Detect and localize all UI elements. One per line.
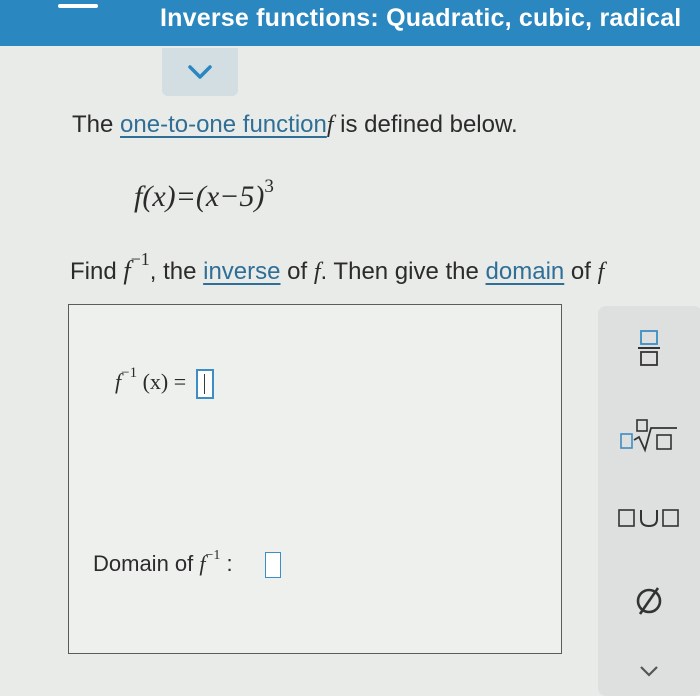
math-tool-panel [598,306,700,696]
then-text: . Then give the [320,258,486,285]
domain-inverse-superscript: −1 [205,548,221,563]
domain-link[interactable]: domain [486,258,565,285]
formula-exponent: 3 [264,176,274,197]
nth-root-button[interactable] [598,416,700,456]
prompt-intro: The [72,111,121,138]
text-caret [203,374,205,394]
domain-label: Domain of [93,551,200,576]
answer-eq-rest: (x) = [142,369,187,395]
inverse-superscript: −1 [130,249,150,269]
f-symbol: f [597,259,605,285]
top-bar: Inverse functions: Quadratic, cubic, rad… [0,0,700,46]
question-prompt: The one-to-one functionf is defined belo… [72,111,518,139]
answer-inverse-superscript: −1 [121,365,138,382]
domain-answer-input[interactable] [264,552,281,579]
of-text: of [280,258,314,285]
f-symbol: f [123,256,131,285]
page-title: Inverse functions: Quadratic, cubic, rad… [160,4,682,32]
domain-f-symbol: f [199,551,206,576]
fraction-icon [638,330,660,366]
prompt-defined-text: is defined below. [333,111,518,138]
empty-set-icon [636,587,662,615]
f-symbol: f [313,259,321,285]
union-icon [618,509,679,528]
chevron-down-icon [188,65,212,79]
f-symbol: f [326,112,334,138]
function-formula: f(x)=(x−5)3 [134,176,274,214]
more-tools-button[interactable] [598,664,700,678]
inverse-link[interactable]: inverse [203,258,280,285]
of-text: of [564,258,598,285]
menu-dash-icon[interactable] [58,4,98,8]
comma-the-text: , the [149,258,204,285]
domain-colon: : [226,551,233,576]
fraction-button[interactable] [598,328,700,368]
chevron-down-icon [640,666,658,677]
instruction-text: Find f−1, the inverse of f. Then give th… [70,249,605,286]
answer-area: f−1 (x) = Domain of f−1 : [68,304,562,654]
formula-expression: f(x)=(x−5) [134,180,265,213]
one-to-one-function-link[interactable]: one-to-one function [120,111,327,138]
empty-set-button[interactable] [598,584,700,618]
inverse-answer-input[interactable] [195,369,214,399]
inverse-equation-row: f−1 (x) = [115,365,214,399]
union-button[interactable] [598,506,700,530]
nth-root-icon [620,419,677,453]
collapse-button[interactable] [162,48,238,96]
domain-row: Domain of f−1 : [93,548,281,579]
find-text: Find [70,258,124,285]
